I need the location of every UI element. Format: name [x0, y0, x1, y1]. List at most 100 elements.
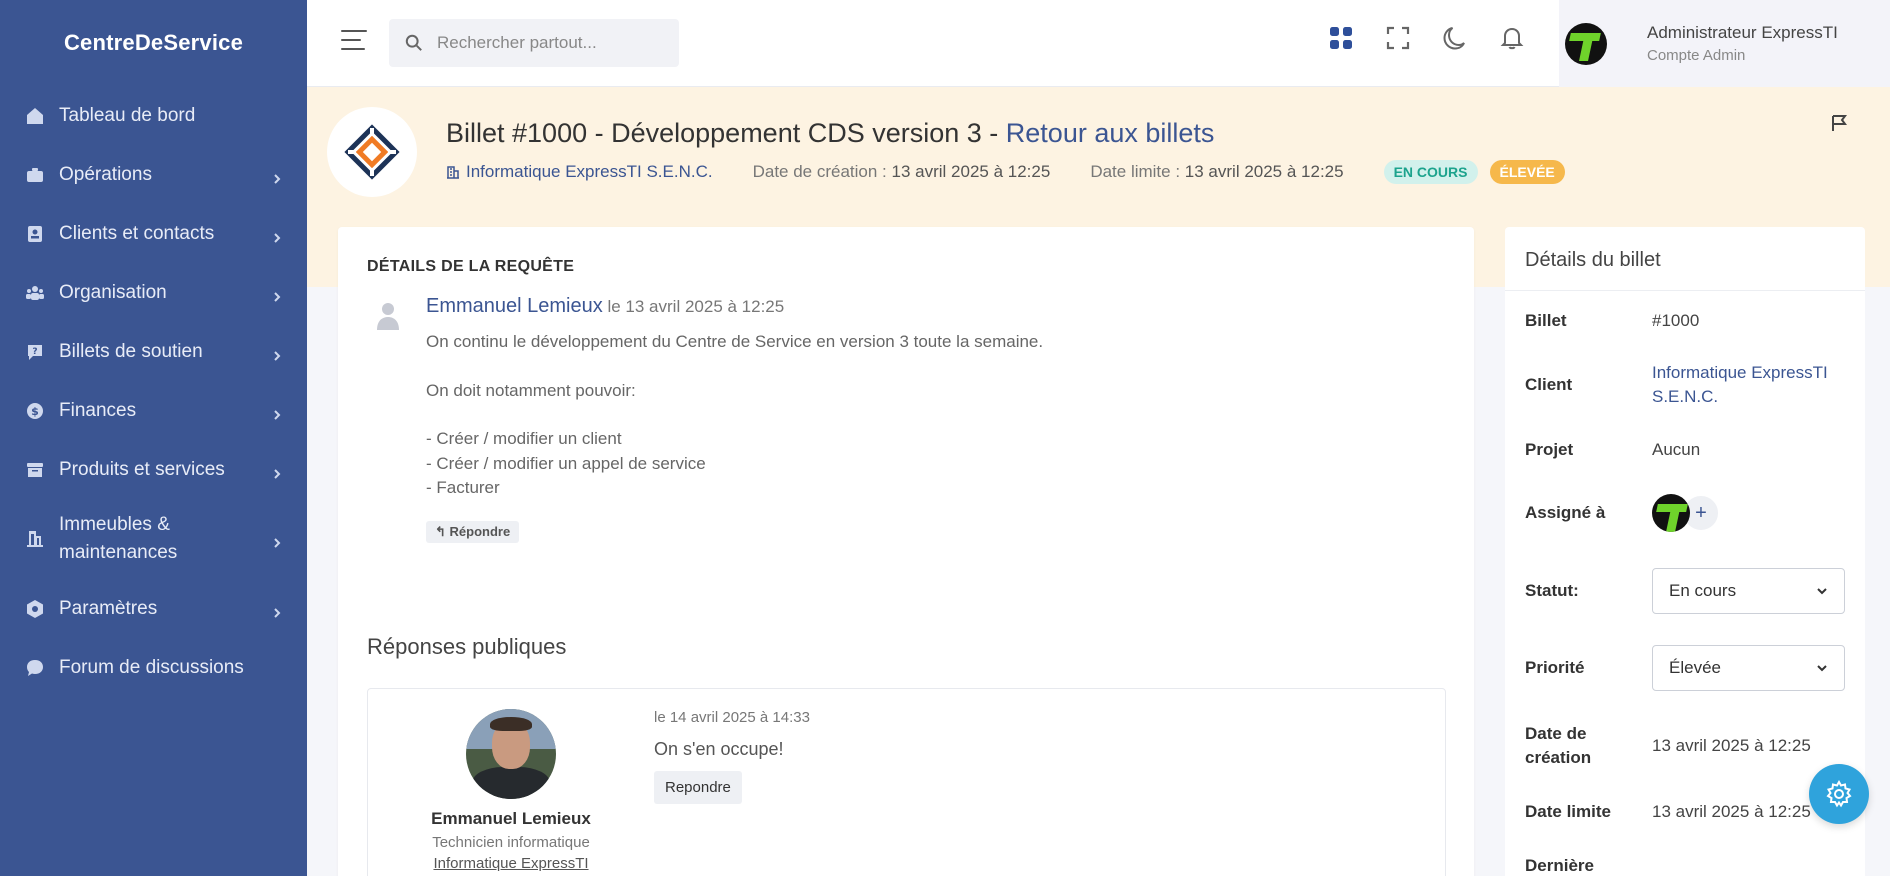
sidebar-item-dashboard[interactable]: Tableau de bord — [0, 86, 307, 145]
public-replies-title: Réponses publiques — [367, 634, 567, 659]
page-title: Billet #1000 - Développement CDS version… — [446, 118, 1214, 149]
topbar: Administrateur ExpressTI Compte Admin — [307, 0, 1890, 87]
sidebar: CentreDeService Tableau de bord Opératio… — [0, 0, 307, 876]
detail-label: Assigné à — [1525, 503, 1606, 522]
detail-label: Statut: — [1525, 581, 1579, 600]
sidebar-item-label: Immeubles & maintenances — [59, 514, 178, 563]
reply-button[interactable]: ↰ Répondre — [426, 521, 520, 543]
sidebar-item-label: Forum de discussions — [59, 656, 244, 678]
chevron-right-icon — [271, 603, 283, 618]
search-input[interactable] — [437, 33, 657, 53]
group-icon — [24, 282, 46, 304]
sidebar-item-label: Clients et contacts — [59, 222, 215, 244]
moon-icon[interactable] — [1441, 24, 1469, 52]
fullscreen-icon[interactable] — [1384, 24, 1412, 52]
sidebar-item-clients[interactable]: Clients et contacts — [0, 204, 307, 263]
chevron-right-icon — [271, 346, 283, 361]
chevron-down-icon — [1817, 588, 1827, 595]
sidebar-item-forum[interactable]: Forum de discussions — [0, 638, 307, 697]
details-title: Détails du billet — [1505, 227, 1865, 291]
reply-author-role: Technicien informatique — [432, 834, 590, 851]
created-label: Date de création : — [752, 162, 892, 181]
chevron-right-icon — [271, 464, 283, 479]
sidebar-item-label: Paramètres — [59, 597, 158, 619]
detail-row-creation: Date de création 13 avril 2025 à 12:25 — [1525, 722, 1855, 770]
company-name: Informatique ExpressTI S.E.N.C. — [466, 162, 713, 181]
reply-button[interactable]: Repondre — [654, 771, 742, 804]
created-value: 13 avril 2025 à 12:25 — [891, 162, 1051, 181]
client-link[interactable]: Informatique ExpressTI S.E.N.C. — [1652, 361, 1852, 409]
chevron-right-icon — [271, 228, 283, 243]
briefcase-icon — [24, 164, 46, 186]
reply-text: On s'en occupe! — [654, 739, 784, 759]
due-date: Date limite : 13 avril 2025 à 12:25 — [1090, 162, 1343, 182]
ticket-meta: Informatique ExpressTI S.E.N.C. Date de … — [446, 160, 1577, 184]
message-line: - Créer / modifier un client — [426, 429, 622, 448]
sidebar-item-finances[interactable]: $ Finances — [0, 381, 307, 440]
user-menu[interactable]: Administrateur ExpressTI Compte Admin — [1559, 0, 1890, 87]
detail-row-limite: Date limite 13 avril 2025 à 12:25 — [1525, 800, 1855, 824]
detail-label: Date limite — [1525, 802, 1611, 821]
status-badge: EN COURS — [1383, 160, 1478, 184]
detail-row-assigne: Assigné à + — [1525, 494, 1855, 532]
chevron-right-icon — [271, 405, 283, 420]
floating-settings-button[interactable] — [1809, 764, 1869, 824]
building-icon — [24, 528, 46, 550]
archive-icon — [24, 459, 46, 481]
detail-row-derniere: Dernière — [1525, 854, 1855, 876]
sidebar-item-label: Tableau de bord — [59, 104, 196, 126]
detail-value: 13 avril 2025 à 12:25 — [1652, 802, 1811, 821]
sidebar-item-organisation[interactable]: Organisation — [0, 263, 307, 322]
message-body: On continu le développement du Centre de… — [426, 330, 1043, 501]
ticket-title-text: Billet #1000 - Développement CDS version… — [446, 118, 1006, 148]
diamond-logo-icon — [344, 124, 400, 180]
company-logo — [327, 107, 417, 197]
settings-hex-icon — [24, 598, 46, 620]
reply-author-name: Emmanuel Lemieux — [431, 809, 591, 828]
due-label: Date limite : — [1090, 162, 1185, 181]
flag-icon[interactable] — [1830, 114, 1850, 134]
message-line: On continu le développement du Centre de… — [426, 332, 1044, 351]
apps-grid-icon[interactable] — [1327, 24, 1355, 52]
home-icon — [24, 105, 46, 127]
priority-select[interactable]: Élevée — [1652, 645, 1845, 691]
brand-logo[interactable]: CentreDeService — [0, 0, 307, 86]
avatar[interactable] — [1652, 494, 1690, 532]
priority-badge: ÉLEVÉE — [1489, 160, 1565, 184]
avatar — [1565, 22, 1607, 65]
sidebar-item-buildings[interactable]: Immeubles & maintenances — [0, 499, 307, 579]
detail-label: Billet — [1525, 311, 1567, 330]
chevron-right-icon — [271, 533, 283, 548]
menu-toggle-icon[interactable] — [341, 30, 367, 52]
sidebar-item-operations[interactable]: Opérations — [0, 145, 307, 204]
svg-text:?: ? — [32, 347, 37, 357]
message-author[interactable]: Emmanuel Lemieux — [426, 295, 603, 317]
back-to-tickets-link[interactable]: Retour aux billets — [1006, 118, 1215, 148]
chat-icon — [24, 657, 46, 679]
reply-date: le 14 avril 2025 à 14:33 — [654, 709, 810, 726]
search-box[interactable] — [389, 19, 679, 67]
user-name: Administrateur ExpressTI — [1647, 23, 1838, 42]
detail-row-billet: Billet #1000 — [1525, 309, 1855, 333]
status-select[interactable]: En cours — [1652, 568, 1845, 614]
request-details-card: DÉTAILS DE LA REQUÊTE Emmanuel Lemieux l… — [338, 227, 1474, 876]
detail-row-client: Client Informatique ExpressTI S.E.N.C. — [1525, 361, 1855, 409]
detail-value: 13 avril 2025 à 12:25 — [1652, 736, 1811, 755]
reply-author-company-link[interactable]: Informatique ExpressTI — [388, 855, 634, 872]
sidebar-item-settings[interactable]: Paramètres — [0, 579, 307, 638]
company-link[interactable]: Informatique ExpressTI S.E.N.C. — [446, 162, 713, 182]
sidebar-item-tickets[interactable]: ? Billets de soutien — [0, 322, 307, 381]
reply-item: Emmanuel Lemieux Technicien informatique… — [367, 688, 1446, 876]
sidebar-item-products[interactable]: Produits et services — [0, 440, 307, 499]
sidebar-item-label: Opérations — [59, 163, 152, 185]
sidebar-item-label: Organisation — [59, 281, 167, 303]
building-small-icon — [447, 166, 459, 179]
detail-label: Client — [1525, 375, 1573, 394]
detail-value: #1000 — [1652, 311, 1700, 330]
svg-text:$: $ — [31, 405, 39, 418]
bell-icon[interactable] — [1498, 24, 1526, 52]
chevron-right-icon — [271, 169, 283, 184]
gear-icon — [1826, 780, 1852, 808]
message-header: Emmanuel Lemieux le 13 avril 2025 à 12:2… — [426, 295, 784, 318]
message-date: le 13 avril 2025 à 12:25 — [602, 297, 785, 316]
